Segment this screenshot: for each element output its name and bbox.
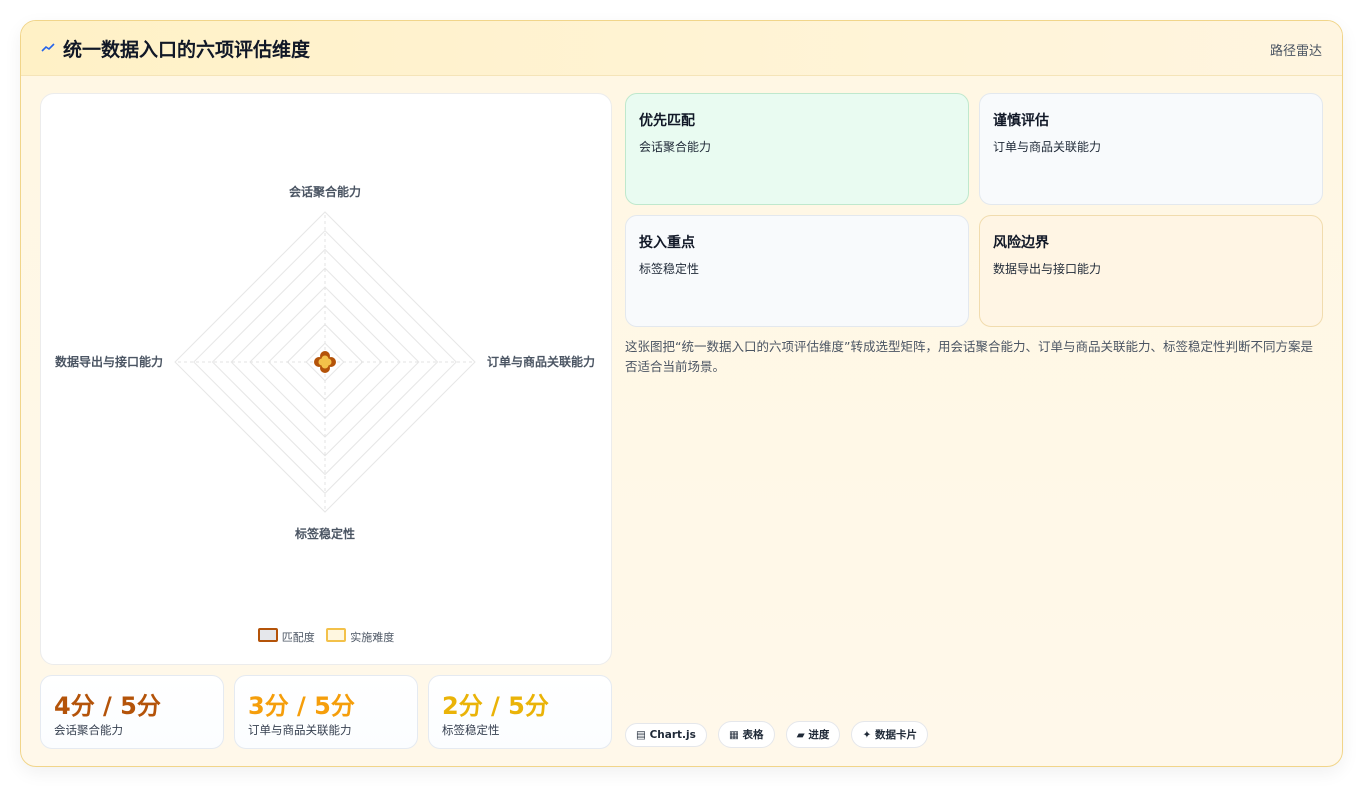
- legend-item-difficulty[interactable]: 实施难度: [326, 628, 394, 645]
- box-text: 标签稳定性: [639, 262, 700, 276]
- box-investment-focus: 投入重点 标签稳定性: [625, 215, 969, 327]
- box-text: 会话聚合能力: [639, 140, 712, 154]
- legend-label-match: 匹配度: [281, 631, 315, 644]
- box-heading: 优先匹配: [639, 113, 695, 129]
- legend-swatch-difficulty: [326, 628, 347, 642]
- box-heading: 谨慎评估: [993, 113, 1049, 129]
- legend-item-match[interactable]: 匹配度: [257, 628, 315, 645]
- chip-chartjs[interactable]: ▤ Chart.js: [625, 723, 707, 747]
- box-risk-boundary: 风险边界 数据导出与接口能力: [979, 215, 1323, 327]
- legend-swatch-match: [257, 628, 278, 642]
- stat-value: 3分 / 5分: [248, 692, 355, 720]
- stat-card-3: 2分 / 5分 标签稳定性: [428, 675, 612, 749]
- stat-card-1: 4分 / 5分 会话聚合能力: [40, 675, 224, 749]
- stat-value: 4分 / 5分: [54, 692, 161, 720]
- box-heading: 风险边界: [993, 235, 1049, 251]
- radar-chart-panel: 会话聚合能力订单与商品关联能力标签稳定性 数据导出与接口能力 匹配度 实施难度: [40, 93, 612, 665]
- radar-axis-label: 标签稳定性: [294, 526, 355, 541]
- card-header: 统一数据入口的六项评估维度 路径雷达: [21, 21, 1342, 76]
- box-careful-evaluation: 谨慎评估 订单与商品关联能力: [979, 93, 1323, 205]
- box-text: 数据导出与接口能力: [993, 262, 1102, 276]
- chip-data-card[interactable]: ✦ 数据卡片: [851, 721, 928, 748]
- chart-legend: 匹配度 实施难度: [41, 628, 611, 645]
- chip-row: ▤ Chart.js ▦ 表格 ▰ 进度 ✦ 数据卡片: [625, 721, 934, 748]
- stat-card-2: 3分 / 5分 订单与商品关联能力: [234, 675, 418, 749]
- box-heading: 投入重点: [639, 235, 695, 251]
- radar-axis-label: 数据导出与接口能力: [55, 354, 163, 369]
- description-text: 这张图把“统一数据入口的六项评估维度”转成选型矩阵，用会话聚合能力、订单与商品关…: [625, 339, 1313, 374]
- radar-data-point[interactable]: [318, 358, 326, 366]
- radar-axis-label: 会话聚合能力: [289, 184, 361, 199]
- chip-progress[interactable]: ▰ 进度: [785, 721, 841, 748]
- stat-value: 2分 / 5分: [442, 692, 549, 720]
- box-priority-match: 优先匹配 会话聚合能力: [625, 93, 969, 205]
- legend-label-difficulty: 实施难度: [350, 631, 395, 644]
- stat-label: 标签稳定性: [442, 723, 500, 737]
- box-text: 订单与商品关联能力: [993, 140, 1102, 154]
- stat-label: 订单与商品关联能力: [248, 723, 352, 737]
- radar-axis-label: 订单与商品关联能力: [487, 354, 595, 369]
- stat-label: 会话聚合能力: [54, 723, 123, 737]
- page-title: 统一数据入口的六项评估维度: [63, 39, 311, 61]
- main-card: 统一数据入口的六项评估维度 路径雷达 会话聚合能力 订单与商品关联能力 标签稳定性数…: [20, 20, 1343, 767]
- route-radar-label[interactable]: 路径雷达: [1270, 40, 1322, 59]
- chip-table[interactable]: ▦ 表格: [717, 721, 775, 748]
- trend-icon: [41, 43, 55, 52]
- radar-chart: 会话聚合能力订单与商品关联能力标签稳定性 数据导出与接口能力: [55, 184, 595, 541]
